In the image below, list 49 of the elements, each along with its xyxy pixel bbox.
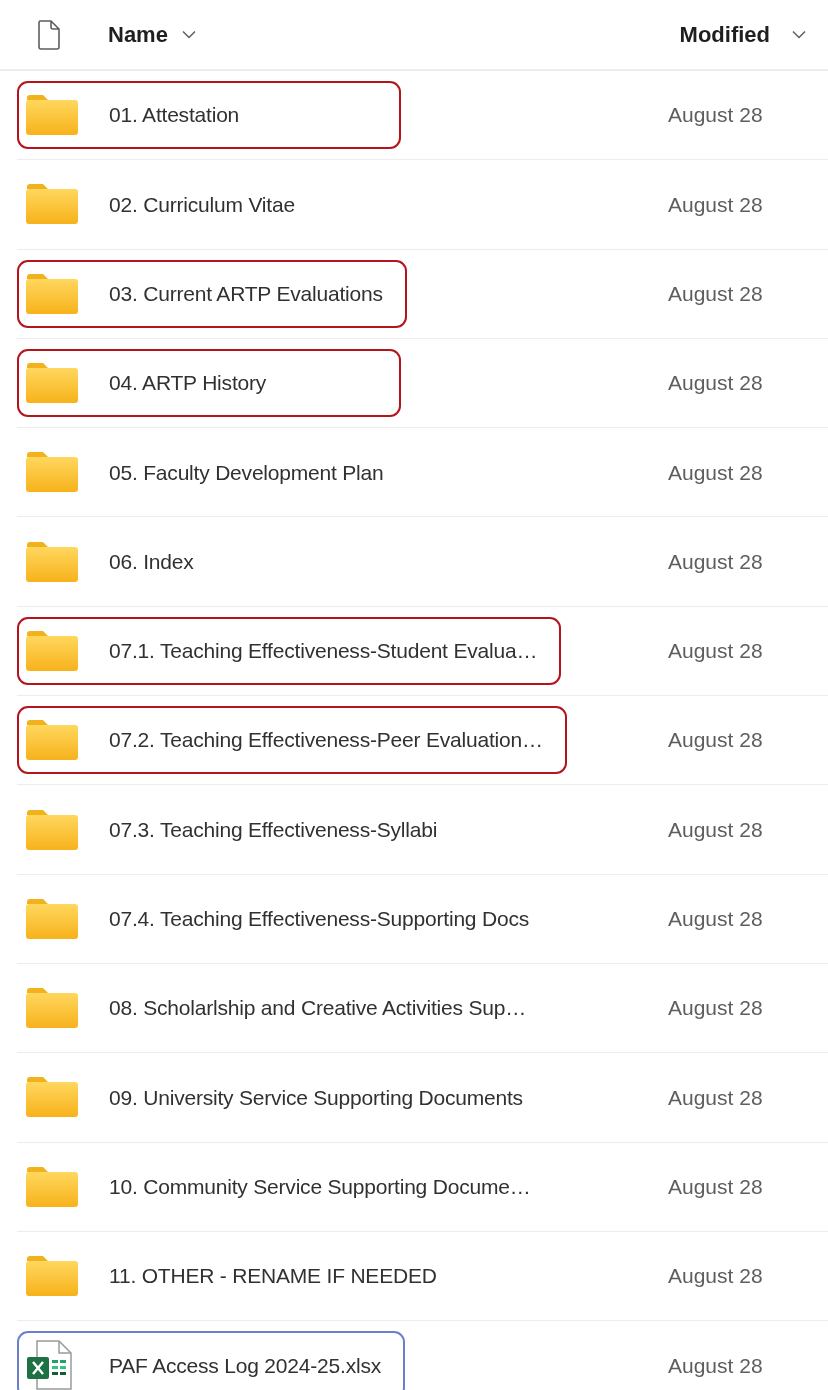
folder-icon xyxy=(25,540,79,583)
folder-name[interactable]: 03. Current ARTP Evaluations xyxy=(109,278,383,310)
folder-name[interactable]: 09. University Service Supporting Documents xyxy=(109,1081,523,1114)
modified-date: August 28 xyxy=(668,1263,764,1290)
folder-icon xyxy=(25,362,79,405)
folder-icon xyxy=(25,629,79,672)
folder-icon xyxy=(25,451,79,494)
modified-date: August 28 xyxy=(668,459,764,486)
modified-date: August 28 xyxy=(668,370,764,397)
modified-date: August 28 xyxy=(668,638,764,665)
folder-name[interactable]: 07.1. Teaching Effectiveness-Student Evalua… xyxy=(109,635,538,667)
file-icon xyxy=(37,19,61,50)
modified-date: August 28 xyxy=(668,102,764,129)
folder-name[interactable]: 01. Attestation xyxy=(109,99,240,131)
folder-name[interactable]: 05. Faculty Development Plan xyxy=(109,456,384,489)
folder-icon xyxy=(25,897,79,940)
folder-icon xyxy=(25,987,79,1030)
modified-date: August 28 xyxy=(668,995,764,1022)
folder-name[interactable]: 07.3. Teaching Effectiveness-Syllabi xyxy=(109,813,438,846)
file-name[interactable]: PAF Access Log 2024-25.xlsx xyxy=(109,1349,382,1382)
chevron-down-icon xyxy=(181,30,196,39)
folder-name[interactable]: 07.2. Teaching Effectiveness-Peer Evaluation… xyxy=(109,724,543,756)
chevron-down-icon xyxy=(792,30,806,39)
folder-icon xyxy=(25,183,79,226)
modified-date: August 28 xyxy=(668,281,764,307)
folder-icon xyxy=(25,1076,79,1119)
folder-name[interactable]: 08. Scholarlship and Creative Activities Sup… xyxy=(109,992,527,1024)
folder-name[interactable]: 10. Community Service Supporting Docume… xyxy=(109,1170,531,1203)
folder-icon xyxy=(25,94,79,137)
modified-date: August 28 xyxy=(668,906,764,933)
modified-date: August 28 xyxy=(668,548,764,575)
folder-name[interactable]: 11. OTHER - RENAME IF NEEDED xyxy=(109,1260,437,1292)
name-column-header[interactable]: Name xyxy=(108,18,196,51)
modified-date: August 28 xyxy=(668,1084,764,1111)
modified-date: August 28 xyxy=(668,191,764,218)
folder-icon xyxy=(25,272,79,315)
modified-date: August 28 xyxy=(668,1352,764,1379)
folder-icon xyxy=(25,808,79,851)
modified-date: August 28 xyxy=(668,816,764,843)
modified-date: August 28 xyxy=(668,1173,764,1200)
folder-name[interactable]: 02. Curriculum Vitae xyxy=(109,188,295,221)
folder-name[interactable]: 07.4. Teaching Effectiveness-Supporting Docs xyxy=(109,903,530,935)
modified-column-header[interactable]: Modified xyxy=(679,18,806,51)
folder-name[interactable]: 06. Index xyxy=(109,545,194,578)
folder-icon xyxy=(25,1255,79,1297)
modified-date: August 28 xyxy=(668,727,764,754)
folder-icon xyxy=(25,1165,79,1208)
folder-icon xyxy=(25,719,79,762)
folder-name[interactable]: 04. ARTP History xyxy=(109,367,267,399)
